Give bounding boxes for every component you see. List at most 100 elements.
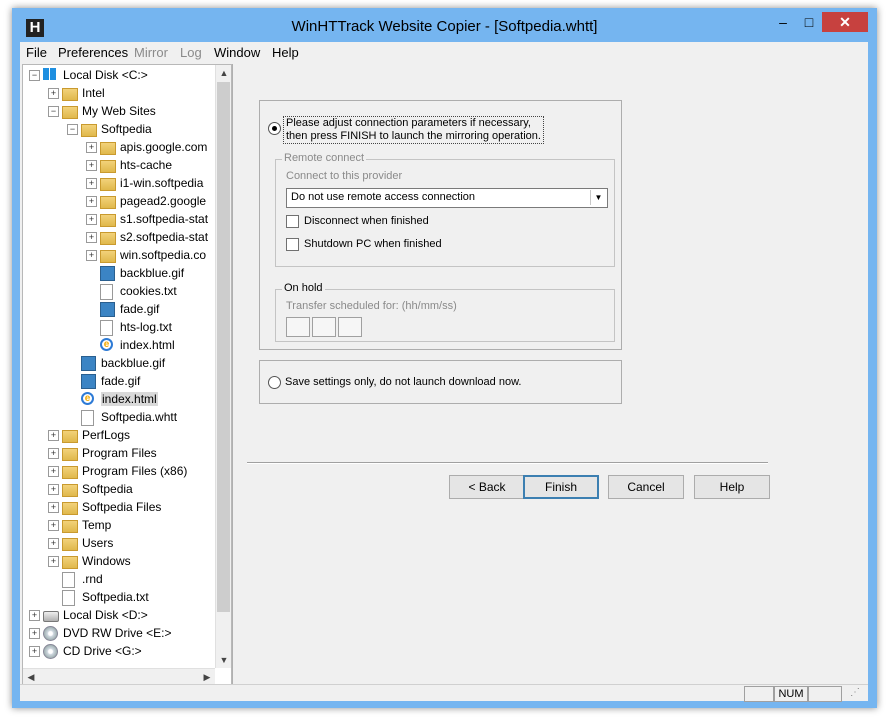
disconnect-when-finished-checkbox[interactable] (286, 215, 299, 228)
chevron-down-icon[interactable]: ▼ (590, 190, 606, 205)
expand-plus-icon[interactable]: + (48, 448, 59, 459)
tree-node[interactable]: hts-log.txt (23, 318, 215, 336)
expand-plus-icon[interactable]: + (48, 466, 59, 477)
tree-node[interactable]: fade.gif (23, 300, 215, 318)
expand-plus-icon[interactable]: + (86, 196, 97, 207)
tree-node[interactable]: + CD Drive <G:> (23, 642, 215, 660)
expand-plus-icon[interactable]: + (29, 610, 40, 621)
tree-node[interactable]: + Program Files (x86) (23, 462, 215, 480)
maximize-button[interactable]: □ (796, 12, 822, 32)
tree-node[interactable]: + apis.google.com (23, 138, 215, 156)
hours-field[interactable] (286, 317, 310, 337)
help-button[interactable]: Help (694, 475, 770, 499)
tree-node[interactable]: + hts-cache (23, 156, 215, 174)
tree-node[interactable]: cookies.txt (23, 282, 215, 300)
cancel-button[interactable]: Cancel (608, 475, 684, 499)
expand-plus-icon[interactable]: + (86, 178, 97, 189)
expand-plus-icon[interactable]: + (86, 160, 97, 171)
expand-plus-icon[interactable]: + (48, 88, 59, 99)
expand-plus-icon[interactable]: + (48, 538, 59, 549)
tree-node[interactable]: Softpedia.txt (23, 588, 215, 606)
scroll-right-arrow-icon[interactable]: ▶ (199, 669, 215, 685)
tree-node[interactable]: + s2.softpedia-stat (23, 228, 215, 246)
tree-node-label: CD Drive <G:> (63, 644, 142, 658)
shutdown-when-finished-checkbox[interactable] (286, 238, 299, 251)
expand-plus-icon[interactable]: + (48, 556, 59, 567)
back-button[interactable]: < Back (449, 475, 525, 499)
tree-node[interactable]: + DVD RW Drive <E:> (23, 624, 215, 642)
expand-plus-icon[interactable]: + (29, 646, 40, 657)
tree-node[interactable]: − My Web Sites (23, 102, 215, 120)
expand-plus-icon[interactable]: + (48, 502, 59, 513)
save-settings-only-radio[interactable] (268, 376, 281, 389)
shutdown-when-finished-label[interactable]: Shutdown PC when finished (304, 238, 442, 250)
menu-preferences[interactable]: Preferences (58, 45, 128, 60)
scroll-up-arrow-icon[interactable]: ▲ (216, 65, 231, 81)
tree-vertical-scrollbar[interactable]: ▲ ▼ (215, 65, 231, 668)
status-bar: NUM ⋰ (20, 684, 868, 702)
menu-file[interactable]: File (26, 45, 47, 60)
tree-node[interactable]: backblue.gif (23, 354, 215, 372)
collapse-minus-icon[interactable]: − (29, 70, 40, 81)
expand-plus-icon[interactable]: + (86, 214, 97, 225)
tree-node[interactable]: + i1-win.softpedia (23, 174, 215, 192)
back-button-label: < Back (468, 480, 506, 494)
seconds-field[interactable] (338, 317, 362, 337)
disconnect-when-finished-label[interactable]: Disconnect when finished (304, 215, 429, 227)
tree-horizontal-scrollbar[interactable]: ◀ ▶ (23, 668, 215, 685)
menu-log[interactable]: Log (180, 45, 202, 60)
tree-node[interactable]: + PerfLogs (23, 426, 215, 444)
tree-node[interactable]: + Users (23, 534, 215, 552)
transfer-scheduled-label: Transfer scheduled for: (hh/mm/ss) (286, 300, 457, 312)
title-bar[interactable]: H WinHTTrack Website Copier - [Softpedia… (12, 8, 877, 42)
expand-plus-icon[interactable]: + (86, 232, 97, 243)
launch-mirroring-radio[interactable] (268, 122, 281, 135)
menu-window[interactable]: Window (214, 45, 260, 60)
collapse-minus-icon[interactable]: − (48, 106, 59, 117)
tree-node[interactable]: backblue.gif (23, 264, 215, 282)
tree-node[interactable]: + s1.softpedia-stat (23, 210, 215, 228)
tree-node[interactable]: fade.gif (23, 372, 215, 390)
tree-node[interactable]: − Local Disk <C:> (23, 66, 215, 84)
tree-node-label: Users (82, 536, 114, 550)
tree-node[interactable]: + win.softpedia.co (23, 246, 215, 264)
tree-node[interactable]: e index.html (23, 336, 215, 354)
tree-node[interactable]: e index.html (23, 390, 215, 408)
scroll-down-arrow-icon[interactable]: ▼ (216, 652, 231, 668)
provider-select[interactable]: Do not use remote access connection ▼ (286, 188, 608, 208)
expand-plus-icon[interactable]: + (48, 484, 59, 495)
menu-mirror[interactable]: Mirror (134, 45, 168, 60)
tree-node[interactable]: + Local Disk <D:> (23, 606, 215, 624)
tree-node-label: index.html (101, 392, 158, 406)
tree-node-label: hts-log.txt (120, 320, 173, 334)
menu-help[interactable]: Help (272, 45, 299, 60)
expand-plus-icon[interactable]: + (86, 250, 97, 261)
tree-vertical-scroll-thumb[interactable] (217, 82, 230, 612)
save-settings-only-label[interactable]: Save settings only, do not launch downlo… (285, 376, 521, 388)
minutes-field[interactable] (312, 317, 336, 337)
expand-plus-icon[interactable]: + (86, 142, 97, 153)
remote-connect-group: Remote connect Connect to this provider … (275, 152, 615, 267)
close-button[interactable]: ✕ (822, 12, 868, 32)
tree-node[interactable]: + Softpedia (23, 480, 215, 498)
tree-node-label: PerfLogs (82, 428, 131, 442)
launch-mirroring-label[interactable]: Please adjust connection parameters if n… (283, 116, 544, 144)
tree-node[interactable]: + Softpedia Files (23, 498, 215, 516)
tree-node[interactable]: + Windows (23, 552, 215, 570)
finish-button[interactable]: Finish (523, 475, 599, 499)
expand-plus-icon[interactable]: + (29, 628, 40, 639)
scroll-left-arrow-icon[interactable]: ◀ (23, 669, 39, 685)
minimize-button[interactable]: – (770, 12, 796, 32)
tree-node[interactable]: + Temp (23, 516, 215, 534)
resize-grip-icon[interactable]: ⋰ (850, 687, 860, 698)
expand-plus-icon[interactable]: + (48, 520, 59, 531)
tree-node[interactable]: + pagead2.google (23, 192, 215, 210)
folder-tree[interactable]: + CD Drive <G:> + DVD RW Drive <E:> + Local D… (22, 64, 232, 686)
tree-node[interactable]: Softpedia.whtt (23, 408, 215, 426)
expand-plus-icon[interactable]: + (48, 430, 59, 441)
tree-node[interactable]: .rnd (23, 570, 215, 588)
tree-node[interactable]: + Program Files (23, 444, 215, 462)
collapse-minus-icon[interactable]: − (67, 124, 78, 135)
tree-node[interactable]: − Softpedia (23, 120, 215, 138)
tree-node[interactable]: + Intel (23, 84, 215, 102)
